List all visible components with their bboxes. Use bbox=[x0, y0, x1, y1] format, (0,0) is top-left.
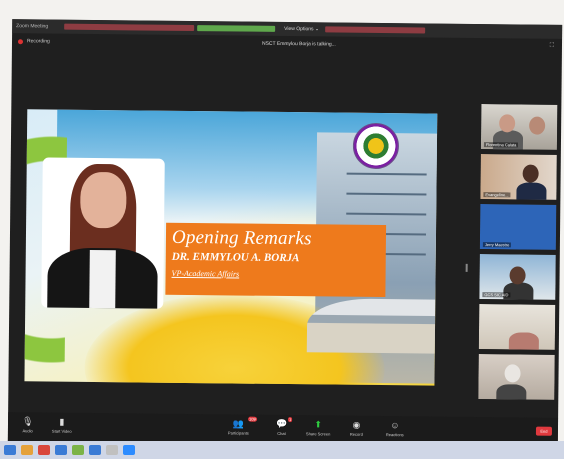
participant-name: GCS SIC AID bbox=[482, 292, 511, 298]
audio-button[interactable]: 🎙 Audio bbox=[22, 416, 34, 433]
title-bar-segment bbox=[325, 26, 426, 34]
os-taskbar bbox=[0, 441, 564, 459]
share-screen-button[interactable]: ⬆ Share Screen bbox=[306, 419, 331, 436]
chat-button[interactable]: 💬 Chat bbox=[276, 419, 287, 436]
reactions-icon: ☺ bbox=[390, 420, 400, 431]
participant-tile[interactable] bbox=[478, 304, 556, 350]
chat-icon: 💬 bbox=[275, 418, 288, 430]
participants-button[interactable]: 👥 Participants bbox=[228, 418, 249, 435]
participant-tile[interactable]: Evangeline... bbox=[480, 154, 557, 200]
slide-covered-walkway-image bbox=[306, 298, 436, 354]
taskbar-app-icon[interactable] bbox=[21, 445, 33, 455]
fullscreen-icon[interactable]: ⛶ bbox=[550, 43, 554, 50]
speaker-role: VP-Academic Affairs bbox=[171, 268, 240, 279]
participant-tile[interactable]: GCS SIC AID bbox=[479, 254, 556, 300]
shared-slide: Opening Remarks DR. EMMYLOU A. BORJA VP-… bbox=[24, 109, 438, 386]
gallery-resize-handle[interactable] bbox=[465, 263, 468, 272]
view-options-button[interactable]: View Options ⌄ bbox=[284, 26, 319, 32]
taskbar-app-icon[interactable] bbox=[72, 445, 84, 455]
title-bar-segment-active bbox=[197, 25, 276, 32]
participant-tile[interactable]: Florentina Calata bbox=[480, 104, 558, 150]
title-bar-segment bbox=[64, 23, 195, 32]
end-meeting-button[interactable]: End bbox=[535, 426, 553, 436]
participant-name: Florentina Calata bbox=[483, 142, 519, 148]
participants-count: 109 bbox=[248, 416, 257, 422]
participant-name: Jerry Maestre bbox=[482, 242, 512, 248]
university-seal-logo bbox=[352, 122, 400, 170]
share-screen-icon: ⬆ bbox=[314, 419, 323, 430]
mic-icon: 🎙 bbox=[21, 416, 34, 427]
taskbar-app-icon[interactable] bbox=[4, 445, 16, 455]
title-banner: Opening Remarks DR. EMMYLOU A. BORJA VP-… bbox=[165, 222, 387, 298]
chat-badge: 1 bbox=[288, 417, 293, 423]
participant-name: Evangeline... bbox=[483, 192, 511, 198]
participants-icon: 👥 bbox=[232, 418, 245, 429]
taskbar-app-icon[interactable] bbox=[106, 445, 118, 455]
speaker-name: DR. EMMYLOU A. BORJA bbox=[171, 250, 300, 265]
zoom-window: Zoom Meeting View Options ⌄ Recording NS… bbox=[7, 19, 563, 450]
video-off-icon: ▮ bbox=[59, 416, 65, 427]
slide-title: Opening Remarks bbox=[171, 226, 312, 250]
participant-tile[interactable] bbox=[478, 354, 555, 400]
reactions-button[interactable]: ☺ Reactions bbox=[386, 420, 404, 437]
participant-tile[interactable]: Jerry Maestre bbox=[479, 204, 557, 250]
taskbar-app-icon[interactable] bbox=[55, 445, 67, 455]
taskbar-zoom-icon[interactable] bbox=[123, 445, 135, 455]
recording-label: Recording bbox=[26, 38, 50, 45]
start-video-button[interactable]: ▮ Start Video bbox=[52, 417, 72, 434]
taskbar-app-icon[interactable] bbox=[38, 445, 50, 455]
speaker-photo bbox=[41, 157, 165, 309]
taskbar-app-icon[interactable] bbox=[89, 445, 101, 455]
participant-gallery: Florentina Calata Evangeline... Jerry Ma… bbox=[478, 104, 559, 400]
active-speaker-text: NSCT Emmylou Borja is talking... bbox=[261, 40, 336, 48]
record-button[interactable]: ◉ Record bbox=[350, 420, 363, 437]
window-title: Zoom Meeting bbox=[16, 23, 49, 30]
record-icon: ◉ bbox=[352, 419, 361, 430]
recording-dot-icon bbox=[17, 38, 24, 44]
